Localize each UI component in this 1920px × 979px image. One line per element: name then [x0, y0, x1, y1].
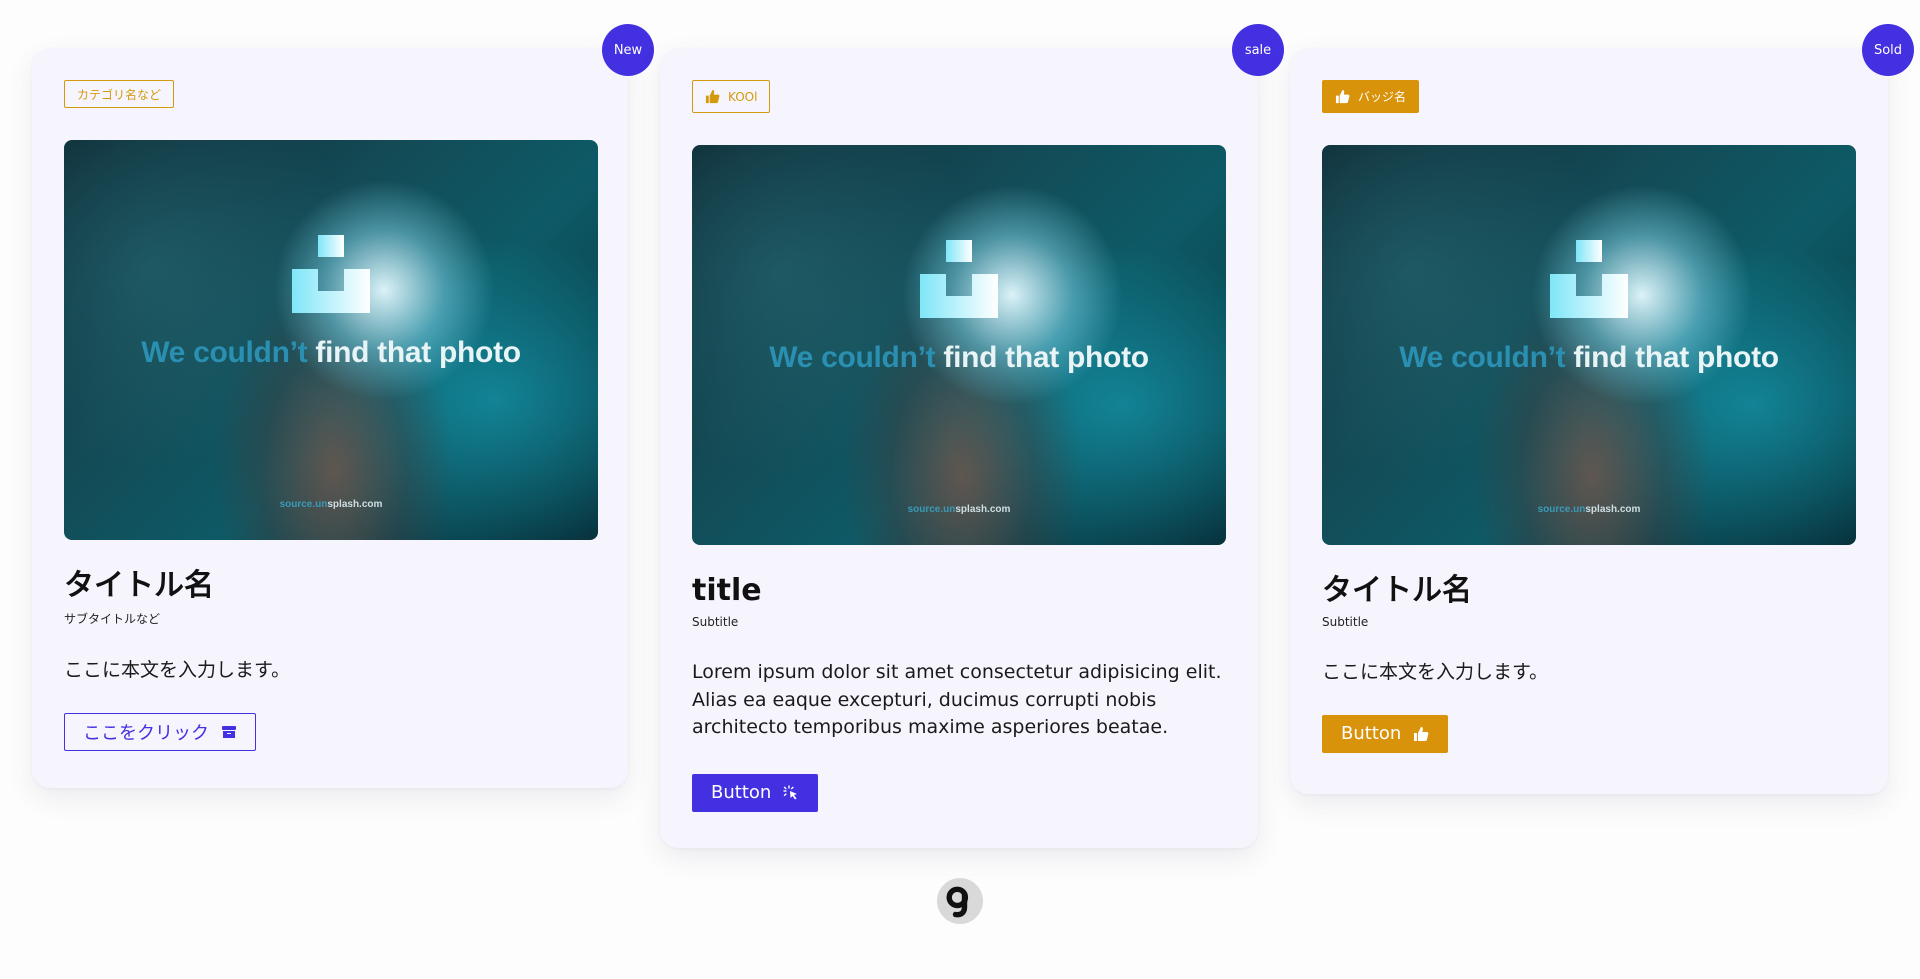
unsplash-logo-icon	[1550, 240, 1628, 318]
photo-placeholder: We couldn’t find that photo source.unspl…	[692, 145, 1226, 545]
sold-badge: Sold	[1862, 24, 1914, 76]
author-avatar[interactable]	[937, 878, 983, 924]
pointer-click-icon	[783, 785, 798, 800]
category-tag: カテゴリ名など	[64, 80, 175, 108]
kool-tag: KOOl	[692, 80, 771, 113]
thumbs-up-icon	[1414, 726, 1429, 741]
photo-source: source.unsplash.com	[1537, 504, 1641, 515]
card-subtitle: Subtitle	[1322, 615, 1369, 629]
unsplash-logo-icon	[920, 240, 998, 318]
button-label: Button	[1341, 723, 1402, 745]
photo-source: source.unsplash.com	[279, 499, 383, 510]
card-subtitle: サブタイトルなど	[64, 612, 161, 626]
product-card-2: sale KOOl We couldn’t find that photo so…	[660, 24, 1284, 848]
photo-placeholder: We couldn’t find that photo source.unspl…	[1322, 145, 1856, 545]
card-subtitle: Subtitle	[692, 615, 739, 629]
tag-label: KOOl	[728, 89, 758, 104]
button-label: ここをクリック	[83, 722, 209, 744]
card-body: ここに本文を入力します。	[64, 659, 291, 681]
thumbs-up-icon	[1335, 89, 1350, 104]
photo-source: source.unsplash.com	[907, 504, 1011, 515]
amber-button[interactable]: Button	[1322, 714, 1449, 753]
photo-message: We couldn’t find that photo	[1399, 341, 1779, 374]
new-badge: New	[602, 24, 654, 76]
photo-placeholder: We couldn’t find that photo source.unspl…	[64, 140, 598, 540]
unsplash-logo-icon	[292, 235, 370, 313]
gj-logo-icon	[946, 886, 969, 918]
product-card-3: Sold バッジ名 We couldn’t find that photo so…	[1290, 24, 1914, 794]
button-label: Button	[711, 782, 772, 804]
photo-message: We couldn’t find that photo	[769, 341, 1149, 374]
card-title: title	[692, 573, 762, 608]
card-title: タイトル名	[1322, 573, 1472, 608]
photo-message: We couldn’t find that photo	[141, 336, 521, 369]
product-card-1: New カテゴリ名など We couldn’t find that photo …	[32, 24, 654, 788]
card-title: タイトル名	[64, 568, 214, 603]
archive-icon	[222, 725, 236, 738]
badge-tag: バッジ名	[1322, 80, 1420, 113]
primary-button[interactable]: Button	[692, 773, 819, 812]
click-here-button[interactable]: ここをクリック	[64, 712, 256, 751]
tag-label: バッジ名	[1358, 90, 1407, 104]
card-body: Lorem ipsum dolor sit amet consectetur a…	[692, 661, 1222, 739]
card-body: ここに本文を入力します。	[1322, 661, 1549, 683]
thumbs-up-icon	[705, 89, 720, 104]
sale-badge: sale	[1232, 24, 1284, 76]
